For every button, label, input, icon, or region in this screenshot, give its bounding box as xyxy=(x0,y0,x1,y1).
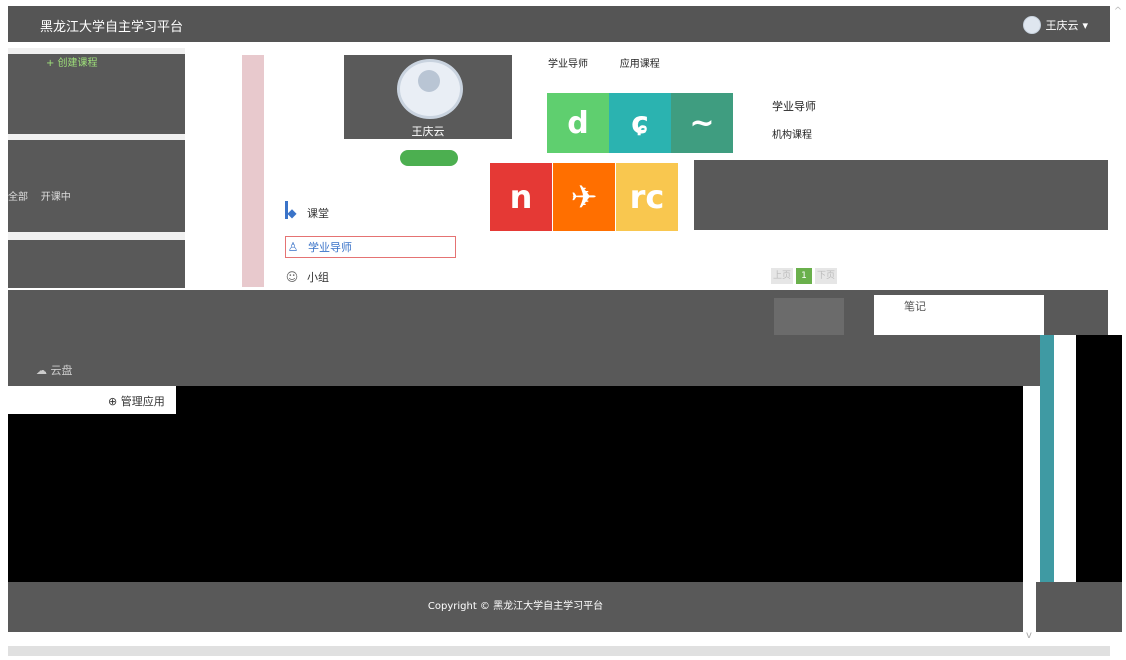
chevron-down-icon: ▾ xyxy=(1082,18,1088,32)
brand-title[interactable]: 黑龙江大学自主学习平台 xyxy=(40,16,183,35)
scroll-column xyxy=(242,55,264,287)
menu-item-label: 云盘 xyxy=(50,364,73,377)
note-label[interactable]: 笔记 xyxy=(904,298,926,314)
app-tile-icon[interactable]: ✈ xyxy=(553,163,615,231)
graduation-cap-icon: ◆ xyxy=(287,206,297,220)
tab-app-courses[interactable]: 应用课程 xyxy=(620,59,660,70)
user-avatar-icon xyxy=(1023,16,1042,34)
group-icon: ☺ xyxy=(285,270,299,284)
app-tile-icon[interactable]: ɕ xyxy=(609,93,671,153)
panel-gap xyxy=(1054,335,1076,582)
pagination: 上页 1 下页 xyxy=(771,268,838,284)
app-title[interactable]: 学业导师 xyxy=(772,98,816,114)
footer: Copyright © 黑龙江大学自主学习平台 xyxy=(8,582,1023,632)
manage-app-button[interactable]: ⊕ 管理应用 xyxy=(108,393,165,409)
current-page[interactable]: 1 xyxy=(796,268,813,284)
manage-app-label: 管理应用 xyxy=(120,395,165,408)
next-page-button[interactable]: 下页 xyxy=(815,268,838,284)
status-badge xyxy=(400,150,458,166)
video-area xyxy=(1076,335,1122,582)
divider xyxy=(8,232,185,240)
create-course-button[interactable]: + 创建课程 xyxy=(46,54,98,69)
course-tabs: 全部 开课中 xyxy=(8,188,71,203)
tab-all[interactable]: 全部 xyxy=(8,192,28,203)
app-tiles-top: d ɕ ~ xyxy=(547,93,733,153)
menu-item-label: 学业导师 xyxy=(308,241,352,254)
tutor-icon: ♙ xyxy=(287,240,299,254)
profile-name: 王庆云 xyxy=(411,125,445,138)
side-menu: ◆ 课堂 ♙ 学业导师 ☺ 小组 xyxy=(285,185,456,288)
cloud-icon: ☁ xyxy=(36,364,47,377)
app-info: 学业导师 机构课程 xyxy=(772,98,816,141)
note-panel: 笔记 xyxy=(874,295,1044,335)
user-name: 王庆云 xyxy=(1045,19,1079,32)
video-area xyxy=(8,386,1023,582)
menu-item-label: 课堂 xyxy=(307,207,329,220)
user-menu[interactable]: 王庆云 ▾ xyxy=(1023,16,1088,34)
app-tile-icon[interactable]: rc xyxy=(616,163,678,231)
menu-item-classroom[interactable]: ◆ 课堂 xyxy=(285,203,454,223)
plus-circle-icon: ⊕ xyxy=(108,395,118,408)
menu-item-label: 小组 xyxy=(307,271,329,284)
app-tile-icon[interactable]: ~ xyxy=(671,93,733,153)
scroll-edge xyxy=(1040,335,1054,582)
top-bar: 黑龙江大学自主学习平台 王庆云 ▾ xyxy=(8,6,1110,42)
manage-app-row: ⊕ 管理应用 xyxy=(8,386,176,414)
chevron-down-icon[interactable]: v xyxy=(1026,630,1032,641)
footer xyxy=(1036,582,1122,632)
menu-item-cloud[interactable]: ☁ 云盘 xyxy=(36,362,73,378)
content-band xyxy=(694,160,1108,230)
menu-item-tutor[interactable]: ♙ 学业导师 xyxy=(285,236,456,258)
scroll-up-icon[interactable]: ^ xyxy=(1112,6,1124,36)
app-tiles-bottom: n ✈ rc xyxy=(490,163,690,231)
horizontal-scrollbar[interactable] xyxy=(8,646,1110,656)
app-tile-icon[interactable]: n xyxy=(490,163,552,231)
avatar[interactable] xyxy=(397,59,463,119)
gray-block xyxy=(774,298,844,335)
app-tabs: 学业导师 应用课程 xyxy=(548,55,1108,70)
divider xyxy=(8,134,185,140)
app-tile-icon[interactable]: d xyxy=(547,93,609,153)
course-panel: + 创建课程 全部 开课中 xyxy=(8,48,185,288)
tab-active-courses[interactable]: 开课中 xyxy=(41,192,71,203)
copyright-text: Copyright © 黑龙江大学自主学习平台 xyxy=(427,601,604,612)
tab-tutor[interactable]: 学业导师 xyxy=(548,59,588,70)
menu-item-group[interactable]: ☺ 小组 xyxy=(285,267,454,287)
profile-card: 王庆云 xyxy=(344,55,512,139)
prev-page-button[interactable]: 上页 xyxy=(771,268,794,284)
app-subtitle: 机构课程 xyxy=(772,130,812,141)
